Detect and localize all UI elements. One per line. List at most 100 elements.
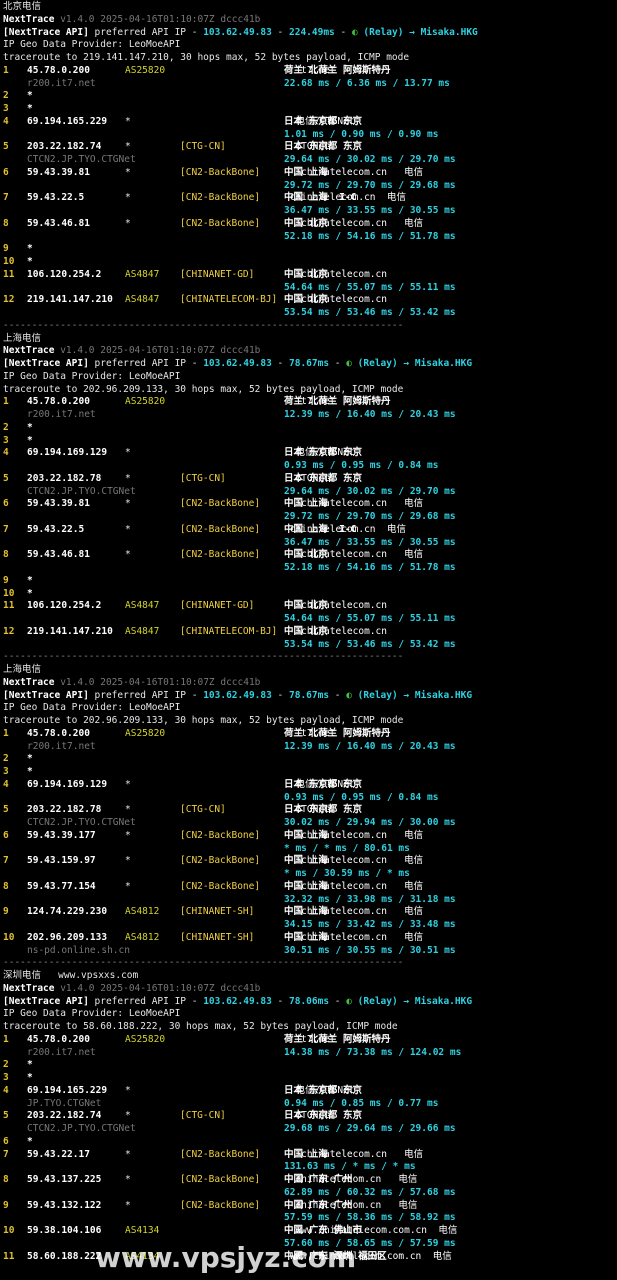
hop-latency: 131.63 ms / * ms / * ms (284, 1161, 416, 1173)
hop-ip: 59.43.132.122 (27, 1199, 102, 1211)
hop-latency: 14.38 ms / 73.38 ms / 124.02 ms (284, 1046, 462, 1058)
hop-ip: 59.43.159.97 (27, 855, 96, 867)
hop-row: 5 203.22.182.74 * [CTG-CN] 日本 东京都 东京 CTGNet (3, 141, 617, 154)
hop-ip: 124.74.229.230 (27, 906, 108, 918)
hop-geo-org: chinatelecom.cn 电信 (284, 931, 424, 943)
hop-latency: 54.64 ms / 55.07 ms / 55.11 ms (284, 281, 456, 293)
hop-latency: 29.72 ms / 29.70 ms / 29.68 ms (284, 179, 456, 191)
app-version: v1.4.0 2025-04-16T01:10:07Z dccc41b (54, 982, 261, 994)
hop-detail-row: 1.01 ms / 0.90 ms / 0.90 ms (3, 129, 617, 142)
hop-as: AS4847 (125, 294, 160, 306)
hop-row: 6 59.43.39.177 * [CN2-BackBone] 中国 上海 chinat… (3, 830, 617, 843)
block-title: 上海电信 (3, 664, 617, 677)
hop-detail-row: * ms / 30.59 ms / * ms (3, 868, 617, 881)
hop-latency: 36.47 ms / 33.55 ms / 30.55 ms (284, 536, 456, 548)
hop-number: 3 (3, 1072, 9, 1083)
separator-line: ----------------------------------------… (3, 957, 404, 969)
hop-as: AS25820 (125, 727, 166, 739)
hop-number: 11 (3, 600, 15, 612)
hop-tag: [CN2-BackBone] (180, 855, 261, 867)
api-ip: 103.62.49.83 (203, 358, 272, 369)
hop-row: 9 59.43.132.122 * [CN2-BackBone] 中国 广东 广州 ch… (3, 1200, 617, 1213)
hop-row: 6 59.43.39.81 * [CN2-BackBone] 中国 上海 chinate… (3, 167, 617, 180)
hop-latency: 0.94 ms / 0.85 ms / 0.77 ms (284, 1097, 439, 1109)
app-version: v1.4.0 2025-04-16T01:10:07Z dccc41b (54, 13, 261, 25)
hop-ip: 45.78.0.200 (27, 64, 90, 76)
hop-number: 2 (3, 753, 9, 765)
hop-detail-row: CTCN2.JP.TYO.CTGNet 29.64 ms / 30.02 ms /… (3, 154, 617, 167)
api-dash: - (271, 689, 289, 701)
watermark-text: www.vpsjyz.com (95, 1241, 357, 1274)
hop-ip: 219.141.147.210 (27, 294, 113, 306)
hop-latency: 29.64 ms / 30.02 ms / 29.70 ms (284, 154, 456, 165)
hop-hostname: r200.it7.net (27, 409, 96, 420)
geo-provider: IP Geo Data Provider: LeoMoeAPI (3, 1008, 181, 1020)
hop-ip: 59.43.46.81 (27, 549, 90, 561)
hop-number: 4 (3, 115, 9, 127)
hop-number: 4 (3, 1084, 9, 1096)
hop-row: 8 59.43.77.154 * [CN2-BackBone] 中国 上海 chinat… (3, 881, 617, 894)
hop-ip: 106.120.254.2 (27, 600, 102, 612)
hop-row: 1 45.78.0.200 AS25820 荷兰 北荷兰 阿姆斯特丹 it7.net (3, 1034, 617, 1047)
hop-number: 10 (3, 931, 15, 943)
hop-hostname: r200.it7.net (27, 740, 96, 752)
hop-latency: 30.02 ms / 29.94 ms / 30.00 ms (284, 817, 456, 828)
hop-ip: 45.78.0.200 (27, 1033, 90, 1045)
hop-number: 7 (3, 523, 9, 535)
hop-hostname: CTCN2.JP.TYO.CTGNet (27, 485, 136, 497)
hop-geo-org: it7.net (284, 64, 336, 76)
hop-ip: 203.22.182.74 (27, 141, 102, 153)
hop-tag: [CN2-BackBone] (180, 880, 261, 892)
hop-detail-row: r200.it7.net 12.39 ms / 16.40 ms / 20.43 … (3, 409, 617, 422)
hop-ip: * (27, 256, 33, 267)
hop-latency: 29.72 ms / 29.70 ms / 29.68 ms (284, 511, 456, 522)
hop-geo-org: chinatelecom.cn (284, 600, 387, 612)
api-ip: 103.62.49.83 (203, 26, 272, 38)
hop-number: 5 (3, 804, 9, 816)
hop-geo-org: CTGNet (284, 141, 330, 153)
hop-detail-row: 36.47 ms / 33.55 ms / 30.55 ms (3, 205, 617, 218)
hop-row: 5 203.22.182.78 * [CTG-CN] 日本 东京都 东京 CTGNet (3, 473, 617, 486)
app-header: NextTrace v1.4.0 2025-04-16T01:10:07Z dc… (3, 14, 617, 27)
hop-as-star: * (125, 447, 131, 459)
hop-geo-org: 电信/CTGNet (284, 1084, 355, 1096)
traceroute-line: traceroute to 219.141.147.210, 30 hops m… (3, 52, 410, 63)
hop-ip: * (27, 90, 33, 102)
hop-as-star: * (125, 115, 131, 127)
hop-latency: 32.32 ms / 33.98 ms / 31.18 ms (284, 893, 456, 905)
hop-ip: 59.43.39.177 (27, 829, 96, 841)
hop-number: 12 (3, 294, 15, 306)
hop-number: 7 (3, 192, 9, 204)
hop-hostname: JP.TYO.CTGNet (27, 1097, 102, 1109)
hop-ip: 45.78.0.200 (27, 396, 90, 408)
hop-row: 2 * (3, 1059, 617, 1072)
api-dash: - (271, 995, 289, 1007)
hop-row: 4 69.194.165.229 * 日本 东京都 东京 电信/CTGNet (3, 116, 617, 129)
hop-ip: * (27, 1059, 33, 1071)
hop-geo-org: 电信/CTGNet (284, 115, 355, 127)
relay-icon: ◐ (351, 26, 364, 38)
hop-row: 8 59.43.46.81 * [CN2-BackBone] 中国 北京 chinate… (3, 218, 617, 231)
hop-ip: 59.38.104.106 (27, 1225, 102, 1236)
hop-tag: [CHINANET-GD] (180, 268, 255, 280)
hop-geo-org: it7.net (284, 1033, 336, 1045)
separator-line: ----------------------------------------… (3, 319, 404, 331)
hop-detail-row: 53.54 ms / 53.46 ms / 53.42 ms (3, 307, 617, 320)
hop-number: 1 (3, 64, 9, 76)
hop-number: 1 (3, 1033, 9, 1045)
app-header: NextTrace v1.4.0 2025-04-16T01:10:07Z dc… (3, 677, 617, 690)
hop-row: 1 45.78.0.200 AS25820 荷兰 北荷兰 阿姆斯特丹 it7.net (3, 728, 617, 741)
hop-ip: 203.22.182.78 (27, 804, 102, 816)
hop-ip: 59.43.22.5 (27, 192, 85, 204)
api-line: [NextTrace API] preferred API IP - 103.6… (3, 358, 617, 371)
api-label: [NextTrace API] (3, 689, 89, 701)
hop-row: 9 * (3, 243, 617, 256)
hop-geo-org: chinatelecom.cn 电信 (284, 192, 406, 204)
hop-as: AS4847 (125, 268, 160, 280)
hop-ip: * (27, 434, 33, 446)
hop-ip: 203.22.182.78 (27, 472, 102, 484)
hop-number: 3 (3, 434, 9, 446)
hop-row: 7 59.43.22.5 * [CN2-BackBone] 中国 上海 I-C chin… (3, 192, 617, 205)
hop-number: 9 (3, 1199, 9, 1211)
hop-number: 5 (3, 1110, 9, 1122)
